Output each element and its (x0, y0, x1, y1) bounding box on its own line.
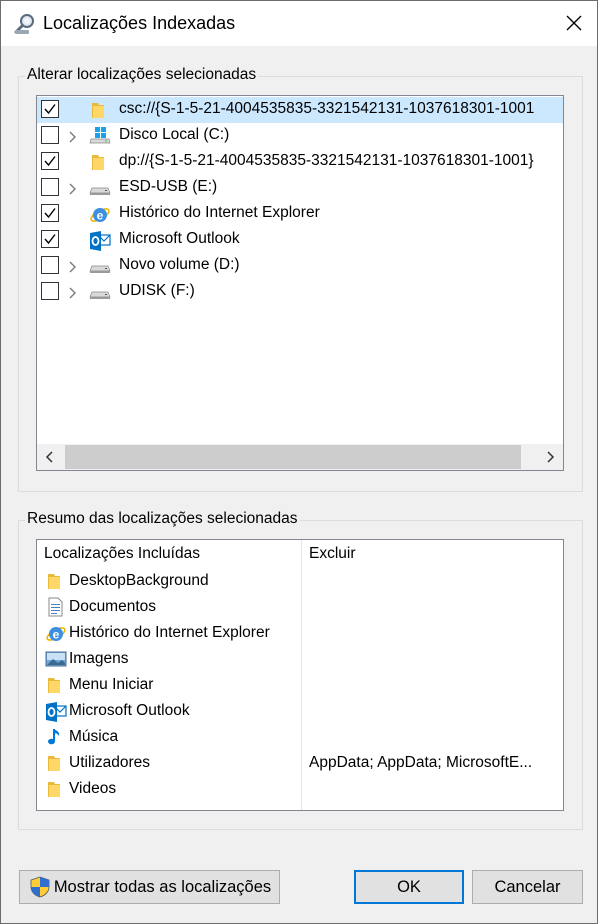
location-label: Disco Local (C:) (119, 126, 230, 143)
folder-icon (45, 753, 65, 773)
svg-text:e: e (97, 209, 104, 223)
summary-row: Utilizadores (37, 750, 301, 776)
checkmark-icon (44, 104, 56, 115)
location-checkbox[interactable] (41, 282, 59, 300)
tree-item[interactable]: dp://{S-1-5-21-4004535835-3321542131-103… (37, 149, 563, 175)
cancel-label: Cancelar (494, 877, 561, 896)
folder-icon (89, 152, 111, 172)
expand-chevron-icon[interactable] (67, 260, 77, 273)
included-location-label: DesktopBackground (69, 572, 209, 589)
included-location-label: Documentos (69, 598, 157, 615)
included-location-label: Utilizadores (69, 754, 150, 771)
indexed-locations-dialog: Localizações Indexadas Alterar localizaç… (0, 0, 598, 924)
location-label: ESD-USB (E:) (119, 178, 218, 195)
outlook-icon (45, 701, 67, 722)
scroll-left-button[interactable] (37, 444, 63, 470)
locations-group-label: Alterar localizações selecionadas (25, 66, 259, 84)
show-all-locations-button[interactable]: Mostrar todas as localizações (19, 870, 280, 904)
summary-list: Localizações Incluídas Excluir DesktopBa… (36, 539, 564, 811)
chevron-left-icon (45, 451, 53, 463)
drive-icon (89, 256, 111, 276)
tree-item[interactable]: ESD-USB (E:) (37, 175, 563, 201)
summary-row: Videos (37, 776, 301, 802)
internet-explorer-icon: e (45, 623, 66, 643)
summary-row: Música (37, 724, 301, 750)
tree-item[interactable]: UDISK (F:) (37, 279, 563, 305)
location-checkbox[interactable] (41, 230, 59, 248)
scroll-right-button[interactable] (537, 444, 563, 470)
checkmark-icon (44, 208, 56, 219)
summary-group-label: Resumo das localizações selecionadas (25, 510, 300, 528)
location-checkbox[interactable] (41, 126, 59, 144)
column-header-included: Localizações Incluídas (44, 545, 200, 562)
column-divider (301, 540, 302, 810)
excluded-locations-value: AppData; AppData; MicrosoftE... (309, 754, 533, 771)
tree-item[interactable]: e Histórico do Internet Explorer (37, 201, 563, 227)
included-location-label: Microsoft Outlook (69, 702, 190, 719)
location-checkbox[interactable] (41, 256, 59, 274)
included-location-label: Música (69, 728, 119, 745)
location-label: csc://{S-1-5-21-4004535835-3321542131-10… (119, 100, 535, 117)
included-location-label: Videos (69, 780, 117, 797)
location-checkbox[interactable] (41, 100, 59, 118)
scroll-thumb[interactable] (65, 445, 521, 469)
location-label: Microsoft Outlook (119, 230, 240, 247)
summary-row: DesktopBackground (37, 568, 301, 594)
included-location-label: Imagens (69, 650, 129, 667)
internet-explorer-icon: e (89, 204, 111, 224)
summary-row: Imagens (37, 646, 301, 672)
expand-chevron-icon[interactable] (67, 130, 77, 143)
pictures-icon (45, 649, 67, 669)
location-label: UDISK (F:) (119, 282, 195, 299)
documents-icon (45, 597, 65, 617)
expand-chevron-icon[interactable] (67, 286, 77, 299)
music-note-icon (45, 727, 65, 747)
svg-text:e: e (53, 628, 60, 642)
ok-label: OK (397, 877, 421, 896)
checkmark-icon (44, 234, 56, 245)
search-magnifier-icon (13, 12, 37, 36)
location-label: Novo volume (D:) (119, 256, 240, 273)
location-checkbox[interactable] (41, 204, 59, 222)
chevron-right-icon (547, 451, 555, 463)
close-button[interactable] (551, 1, 597, 46)
drive-icon (89, 282, 111, 302)
ok-button[interactable]: OK (354, 870, 464, 904)
close-icon (566, 15, 582, 31)
outlook-icon (89, 230, 111, 251)
included-location-label: Menu Iniciar (69, 676, 154, 693)
summary-row: Microsoft Outlook (37, 698, 301, 724)
show-all-locations-label: Mostrar todas as localizações (53, 877, 272, 896)
summary-row: Documentos (37, 594, 301, 620)
tree-item[interactable]: csc://{S-1-5-21-4004535835-3321542131-10… (37, 97, 563, 123)
summary-row: e Histórico do Internet Explorer (37, 620, 301, 646)
folder-icon (45, 675, 65, 695)
tree-item[interactable]: Disco Local (C:) (37, 123, 563, 149)
location-checkbox[interactable] (41, 152, 59, 170)
folder-icon (45, 779, 65, 799)
drive-icon (89, 178, 111, 198)
expand-chevron-icon[interactable] (67, 182, 77, 195)
tree-item[interactable]: Novo volume (D:) (37, 253, 563, 279)
checkmark-icon (44, 156, 56, 167)
folder-icon (89, 100, 111, 120)
windows-drive-icon (89, 126, 111, 146)
uac-shield-icon (28, 875, 52, 899)
column-header-excluded: Excluir (309, 545, 356, 562)
title-bar: Localizações Indexadas (1, 1, 597, 46)
included-location-label: Histórico do Internet Explorer (69, 624, 270, 641)
horizontal-scrollbar[interactable] (37, 444, 563, 470)
folder-icon (45, 571, 65, 591)
window-title: Localizações Indexadas (43, 13, 236, 33)
tree-item[interactable]: Microsoft Outlook (37, 227, 563, 253)
location-label: dp://{S-1-5-21-4004535835-3321542131-103… (119, 152, 534, 169)
cancel-button[interactable]: Cancelar (472, 870, 583, 904)
location-checkbox[interactable] (41, 178, 59, 196)
summary-row: Menu Iniciar (37, 672, 301, 698)
locations-tree[interactable]: csc://{S-1-5-21-4004535835-3321542131-10… (36, 95, 564, 471)
location-label: Histórico do Internet Explorer (119, 204, 320, 221)
